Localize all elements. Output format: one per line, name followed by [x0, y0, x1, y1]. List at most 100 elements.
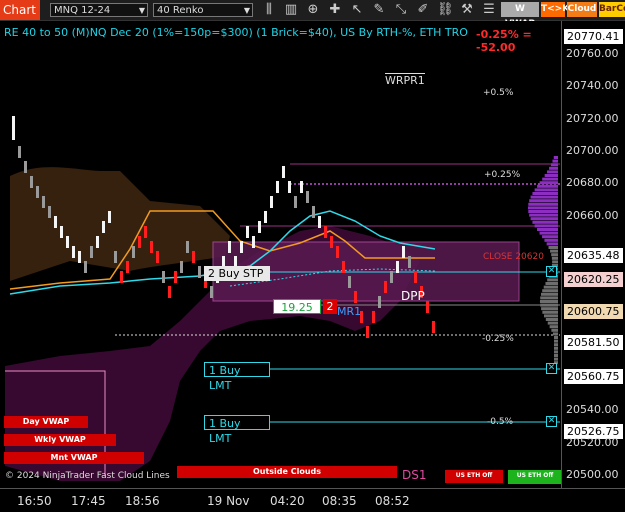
renko-brick — [414, 271, 417, 283]
renko-brick — [372, 311, 375, 323]
chart-tab[interactable]: Chart — [0, 0, 40, 20]
renko-brick — [144, 226, 147, 238]
chevron-down-icon: ▼ — [138, 6, 145, 15]
renko-brick — [36, 186, 39, 198]
volume-profile-bar — [554, 339, 558, 343]
link-icon[interactable]: ⛓ — [437, 2, 454, 18]
renko-brick — [282, 166, 285, 178]
plus025-label: +0.25% — [484, 170, 521, 180]
volume-profile-bar — [540, 296, 558, 300]
volume-profile-bar — [553, 156, 558, 159]
renko-brick — [402, 246, 405, 258]
volume-profile-bar — [543, 314, 558, 318]
price-label: 20620.25 — [564, 272, 623, 287]
data-box-icon[interactable]: ▥ — [283, 2, 299, 18]
renko-brick — [78, 251, 81, 263]
renko-brick — [300, 181, 303, 193]
volume-profile-bar — [554, 350, 558, 354]
renko-brick — [42, 196, 45, 208]
volume-profile-bar — [527, 206, 558, 210]
buy-lmt-label-2[interactable]: 1 Buy LMT — [204, 415, 270, 445]
volume-profile-bar — [554, 354, 558, 357]
renko-brick — [114, 251, 117, 263]
buy-stp-label[interactable]: 2 Buy STP — [204, 266, 270, 281]
renko-brick — [270, 196, 273, 208]
volume-profile-bar — [542, 289, 558, 293]
edit-icon[interactable]: ✐ — [415, 2, 431, 18]
volume-profile-bar — [542, 177, 558, 181]
price-axis[interactable]: 20770.41 20760.00 20740.00 20720.00 20700.00… — [561, 21, 625, 488]
day-vwap-button[interactable]: Day VWAP — [4, 416, 88, 428]
renko-brick — [432, 321, 435, 333]
pen-icon[interactable]: ✎ — [371, 2, 387, 18]
volume-profile-bar — [529, 213, 558, 217]
renko-brick — [318, 216, 321, 228]
volume-profile-bar — [542, 310, 558, 314]
plus05-label: +0.5% — [483, 88, 514, 98]
volume-profile-bar — [544, 174, 558, 177]
price-label: 20500.00 — [566, 468, 619, 481]
crosshair-icon[interactable]: ✚ — [327, 2, 343, 18]
volume-profile-bar — [528, 202, 558, 206]
renko-brick — [330, 236, 333, 248]
renko-brick — [66, 236, 69, 248]
mnt-vwap-button[interactable]: Mnt VWAP — [4, 452, 144, 464]
instrument-selector[interactable]: MNQ 12-24 ▼ — [50, 3, 148, 17]
buy-stp-price-box[interactable]: 19.25 — [273, 299, 321, 314]
tk-button[interactable]: T<>K — [541, 2, 569, 17]
price-label: 20540.00 — [566, 403, 619, 416]
outside-clouds-button[interactable]: Outside Clouds — [177, 466, 397, 478]
instrument-label: MNQ 12-24 — [54, 5, 111, 16]
renko-brick — [108, 211, 111, 223]
close-order-icon[interactable]: ✕ — [546, 363, 557, 374]
buy-lmt-label-1[interactable]: 1 Buy LMT — [204, 362, 270, 392]
bars-icon[interactable]: ⫼ — [261, 2, 277, 18]
zoom-icon[interactable]: ⊕ — [305, 2, 321, 18]
renko-brick — [186, 241, 189, 253]
volume-profile-bar — [552, 159, 558, 163]
draw-tool-icon[interactable]: ⤡ — [393, 2, 409, 18]
volume-profile-bar — [545, 282, 558, 285]
renko-brick — [366, 326, 369, 338]
price-label: 20760.00 — [566, 47, 619, 60]
volume-profile-bar — [529, 199, 558, 203]
time-axis[interactable]: 16:50 17:45 18:56 19 Nov 04:20 08:35 08:… — [0, 488, 625, 512]
chart-plot-area[interactable]: RE 40 to 50 (M)NQ Dec 20 (1%=150p=$300) … — [0, 21, 562, 488]
us-eth-off-button-1[interactable]: US ETH Off — [445, 470, 503, 483]
price-label: 20720.00 — [566, 112, 619, 125]
renko-brick — [264, 211, 267, 223]
renko-brick — [246, 226, 249, 238]
renko-brick — [12, 116, 15, 128]
pointer-icon[interactable]: ↖ — [349, 2, 365, 18]
time-label: 08:52 — [375, 494, 410, 508]
volume-profile-bar — [540, 292, 558, 296]
barco-button[interactable]: BarCo — [599, 2, 625, 17]
wkly-vwap-button[interactable]: Wkly VWAP — [4, 434, 116, 446]
volume-profile-bar — [547, 278, 558, 282]
buy-stp-qty-box[interactable]: 2 — [323, 299, 337, 314]
renko-brick — [378, 296, 381, 308]
renko-brick — [210, 286, 213, 298]
bar-type-selector[interactable]: 40 Renko ▼ — [153, 3, 253, 17]
renko-brick — [348, 276, 351, 288]
wrpr1-label: WRPR1 — [385, 73, 425, 87]
cloud-button[interactable]: Cloud — [567, 2, 597, 17]
renko-brick — [102, 221, 105, 233]
close-order-icon[interactable]: ✕ — [546, 266, 557, 277]
tools-icon[interactable]: ⚒ — [459, 2, 475, 18]
bar-type-label: 40 Renko — [157, 5, 204, 16]
volume-profile-bar — [541, 307, 558, 311]
renko-brick — [18, 146, 21, 158]
us-eth-off-button-2[interactable]: US ETH Off — [508, 470, 562, 484]
close-order-icon[interactable]: ✕ — [546, 416, 557, 427]
volume-profile-bar — [550, 163, 558, 167]
list-icon[interactable]: ☰ — [481, 2, 497, 18]
volume-profile-bar — [545, 318, 558, 321]
renko-brick — [120, 271, 123, 283]
wvwap-button[interactable]: W VWAP — [501, 2, 539, 29]
volume-profile-bar — [542, 235, 558, 239]
minus05-label: -0.5% — [487, 417, 514, 427]
volume-profile-bar — [530, 217, 558, 221]
renko-brick — [324, 226, 327, 238]
renko-brick — [150, 241, 153, 253]
